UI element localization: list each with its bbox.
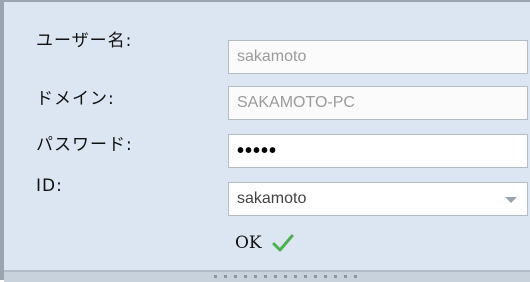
check-icon [272,234,294,252]
password-label: パスワード: [36,135,133,155]
username-field: sakamoto [228,40,528,74]
id-select[interactable]: sakamoto [228,182,528,216]
status-line: OK [235,233,294,253]
id-value: sakamoto [237,190,307,207]
resize-bar[interactable] [4,270,530,282]
chevron-down-icon[interactable] [505,197,517,203]
username-value: sakamoto [237,48,307,65]
password-value: ••••• [237,139,278,162]
resize-grip[interactable] [214,275,364,278]
status-text: OK [235,233,262,253]
domain-label: ドメイン: [36,89,115,109]
domain-field: SAKAMOTO-PC [228,86,528,120]
domain-value: SAKAMOTO-PC [237,94,355,111]
id-label: ID: [36,176,63,196]
password-field[interactable]: ••••• [228,134,528,168]
login-panel: ユーザー名: sakamoto ドメイン: SAKAMOTO-PC パスワード:… [0,0,530,282]
username-label: ユーザー名: [36,31,133,51]
